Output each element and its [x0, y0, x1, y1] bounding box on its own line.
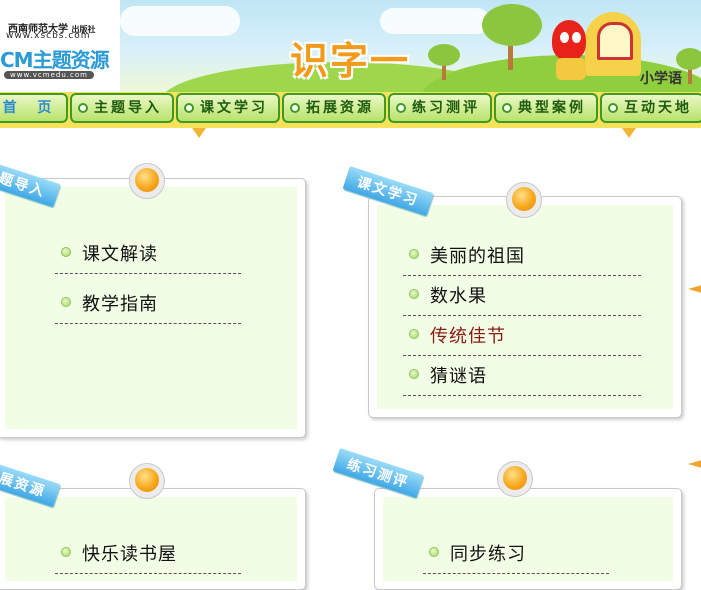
bullet-icon [184, 103, 194, 113]
panel-practice: 同步练习 [374, 488, 682, 590]
panel-body: 课文解读 教学指南 [5, 187, 297, 429]
bullet-icon [396, 103, 406, 113]
tree-decoration [482, 4, 542, 46]
pin-icon [497, 461, 533, 497]
mascot-book [556, 58, 586, 80]
list-item[interactable]: 课文解读 [55, 233, 241, 274]
main-nav: 首 页 主题导入 课文学习 拓展资源 练习测评 典型案例 互动天地 [0, 92, 701, 128]
bullet-icon [78, 103, 88, 113]
arrow-left-icon [688, 460, 701, 468]
link-text[interactable]: 数水果 [430, 282, 487, 308]
brand-logo: CM主题资源 [0, 48, 110, 72]
panel-body: 美丽的祖国 数水果 传统佳节 猜谜语 [377, 205, 673, 409]
mascot-eye [560, 32, 569, 43]
tree-decoration [428, 44, 460, 66]
mascot-eye [572, 32, 581, 43]
nav-item-topic-intro[interactable]: 主题导入 [70, 93, 174, 123]
list-item[interactable]: 猜谜语 [403, 355, 641, 396]
nav-item-label: 主题导入 [94, 100, 162, 116]
pin-core [135, 468, 159, 492]
panel-title: 练习测评 [344, 456, 411, 492]
link-text[interactable]: 课文解读 [82, 240, 158, 266]
bullet-icon [409, 249, 419, 259]
list-item[interactable]: 传统佳节 [403, 315, 641, 356]
pin-core [512, 187, 536, 211]
panel-body: 快乐读书屋 [5, 497, 297, 581]
list-item[interactable]: 教学指南 [55, 283, 241, 324]
bullet-icon [409, 369, 419, 379]
house-window [597, 22, 633, 60]
cloud-decoration [120, 6, 240, 36]
panel-body: 同步练习 [383, 497, 673, 581]
bullet-icon [409, 289, 419, 299]
link-text[interactable]: 快乐读书屋 [82, 540, 177, 566]
arrow-left-icon [688, 285, 701, 293]
nav-item-cases[interactable]: 典型案例 [494, 93, 598, 123]
nav-item-label: 互动天地 [624, 100, 692, 116]
nav-item-label: 拓展资源 [306, 100, 374, 116]
list-item[interactable]: 数水果 [403, 275, 641, 316]
link-text[interactable]: 猜谜语 [430, 362, 487, 388]
bullet-icon [61, 247, 71, 257]
bullet-icon [608, 103, 618, 113]
nav-item-text-study[interactable]: 课文学习 [176, 93, 280, 123]
nav-pointer-icon [192, 128, 206, 138]
nav-item-practice[interactable]: 练习测评 [388, 93, 492, 123]
nav-item-home[interactable]: 首 页 [0, 93, 68, 123]
link-text[interactable]: 美丽的祖国 [430, 242, 525, 268]
nav-item-interactive[interactable]: 互动天地 [600, 93, 701, 123]
link-text[interactable]: 同步练习 [450, 540, 526, 566]
bullet-icon [502, 103, 512, 113]
nav-item-label: 典型案例 [518, 100, 586, 116]
link-text[interactable]: 教学指南 [82, 290, 158, 316]
page-title: 识字一 [290, 39, 411, 83]
logo-area: 西南师范大学 出版社 www.xscbs.com CM主题资源 www.vcme… [0, 0, 120, 92]
bullet-icon [429, 547, 439, 557]
list-item[interactable]: 快乐读书屋 [55, 533, 241, 574]
mascot-illustration [552, 20, 586, 60]
grade-label: 小学语 [640, 71, 682, 87]
pin-core [503, 466, 527, 490]
tree-decoration [676, 48, 701, 70]
pin-icon [129, 463, 165, 499]
panel-text-study: 美丽的祖国 数水果 传统佳节 猜谜语 [368, 196, 682, 418]
list-item[interactable]: 美丽的祖国 [403, 235, 641, 276]
bullet-icon [290, 103, 300, 113]
nav-item-label: 练习测评 [412, 100, 480, 116]
pin-icon [506, 182, 542, 218]
bullet-icon [61, 547, 71, 557]
header-banner: 西南师范大学 出版社 www.xscbs.com CM主题资源 www.vcme… [0, 0, 701, 92]
pin-icon [129, 163, 165, 199]
pin-core [135, 168, 159, 192]
nav-item-extended-resources[interactable]: 拓展资源 [282, 93, 386, 123]
publisher-url: www.xscbs.com [6, 31, 91, 41]
link-text-active[interactable]: 传统佳节 [430, 322, 506, 348]
bullet-icon [409, 329, 419, 339]
nav-item-label: 课文学习 [200, 100, 268, 116]
list-item[interactable]: 同步练习 [423, 533, 609, 574]
nav-item-label: 首 页 [2, 100, 60, 116]
nav-pointer-icon [622, 128, 636, 138]
brand-url: www.vcmedu.com [4, 71, 94, 79]
bullet-icon [61, 297, 71, 307]
panel-topic-intro: 课文解读 教学指南 [0, 178, 306, 438]
